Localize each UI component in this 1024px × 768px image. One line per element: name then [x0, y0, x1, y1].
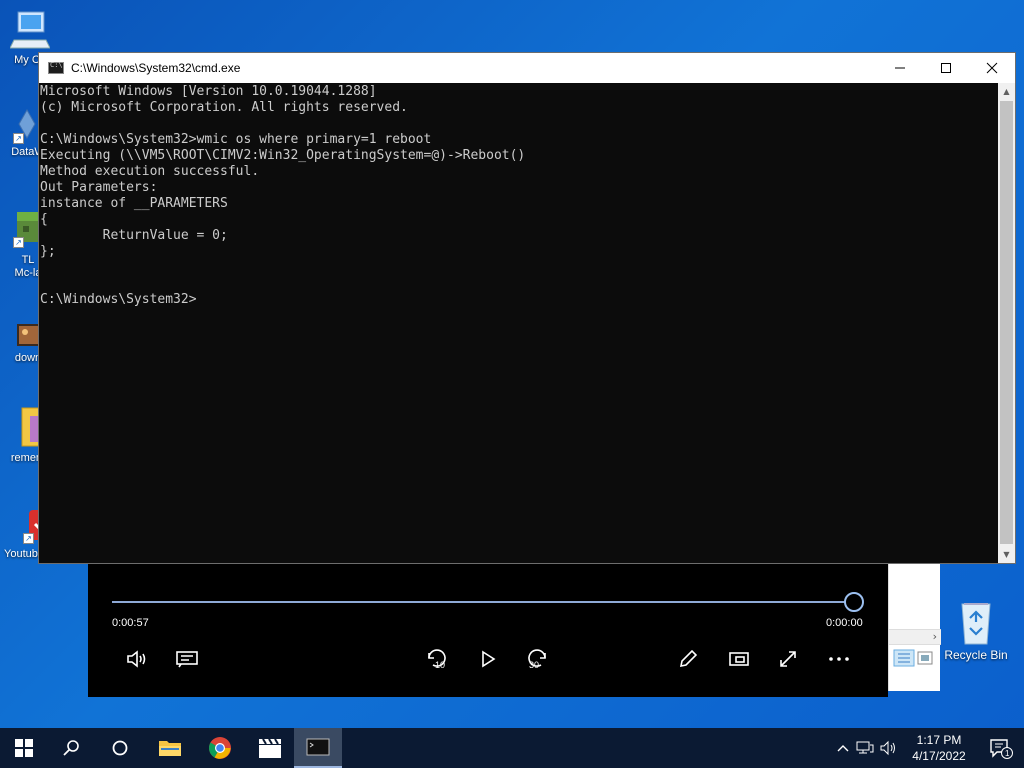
play-icon	[482, 650, 496, 668]
action-center-button[interactable]: 1	[976, 728, 1024, 768]
skip-forward-label: 30	[529, 660, 539, 670]
close-icon	[986, 62, 998, 74]
console-line: instance of __PARAMETERS	[40, 196, 228, 211]
search-icon	[63, 740, 79, 756]
scroll-right-icon[interactable]: ›	[933, 630, 937, 643]
remaining-time: 0:00:00	[826, 617, 863, 629]
console-line: Out Parameters:	[40, 180, 158, 195]
windows-logo-icon	[15, 739, 33, 757]
skip-forward-button[interactable]: 30	[520, 645, 554, 673]
cmd-icon	[306, 738, 330, 756]
volume-button[interactable]	[120, 645, 154, 673]
start-button[interactable]	[0, 728, 48, 768]
skip-back-button[interactable]: 10	[420, 645, 454, 673]
skip-forward-icon: 30	[528, 649, 546, 670]
background-window: ›	[888, 563, 941, 691]
cmd-icon	[48, 61, 64, 74]
maximize-button[interactable]	[923, 53, 969, 83]
seek-thumb[interactable]	[844, 592, 864, 612]
chrome-button[interactable]	[196, 728, 244, 768]
mini-view-button[interactable]	[722, 645, 756, 673]
cmd-window[interactable]: C:\Windows\System32\cmd.exe Microsoft Wi…	[38, 52, 1016, 564]
clapperboard-icon	[259, 738, 281, 758]
task-view-button[interactable]	[96, 728, 144, 768]
console-line: (c) Microsoft Corporation. All rights re…	[40, 100, 408, 115]
network-icon[interactable]	[856, 740, 874, 756]
elapsed-time: 0:00:57	[112, 617, 149, 629]
minimize-button[interactable]	[877, 53, 923, 83]
scroll-up-icon[interactable]: ▲	[998, 83, 1015, 100]
window-title: C:\Windows\System32\cmd.exe	[71, 61, 241, 75]
computer-icon	[10, 11, 50, 49]
console-line: Microsoft Windows [Version 10.0.19044.12…	[40, 84, 377, 99]
fullscreen-button[interactable]	[771, 645, 805, 673]
task-view-icon	[112, 740, 128, 756]
search-button[interactable]	[48, 728, 96, 768]
console-line: ReturnValue = 0;	[40, 228, 228, 243]
media-player: 0:00:57 0:00:00 10 30	[88, 563, 888, 697]
console-line: {	[40, 212, 48, 227]
scrollbar-thumb[interactable]	[1000, 101, 1013, 544]
console-line: Executing (\\VM5\ROOT\CIMV2:Win32_Operat…	[40, 148, 526, 163]
maximize-icon	[941, 63, 951, 73]
cmd-taskbar-button[interactable]	[294, 728, 342, 768]
skip-back-label: 10	[435, 660, 445, 670]
view-buttons	[893, 649, 937, 667]
system-tray	[836, 728, 902, 768]
chrome-icon	[209, 737, 231, 759]
more-button[interactable]	[822, 645, 856, 673]
scroll-down-icon[interactable]: ▼	[998, 546, 1015, 563]
shortcut-arrow-icon: ↗	[23, 533, 34, 544]
console-output[interactable]: Microsoft Windows [Version 10.0.19044.12…	[39, 83, 999, 563]
file-explorer-button[interactable]	[146, 728, 194, 768]
shortcut-arrow-icon: ↗	[13, 237, 24, 248]
horizontal-scrollbar[interactable]: ›	[889, 629, 941, 645]
notification-icon: 1	[990, 739, 1013, 759]
fullscreen-icon	[780, 651, 796, 667]
skip-back-icon: 10	[428, 649, 446, 670]
volume-icon	[127, 650, 146, 668]
movies-tv-button[interactable]	[246, 728, 294, 768]
clock-time: 1:17 PM	[916, 733, 962, 747]
recycle-bin-icon	[961, 603, 991, 645]
seek-bar-fill	[112, 601, 854, 603]
captions-button[interactable]	[170, 645, 204, 673]
console-line: };	[40, 244, 56, 259]
console-line: Method execution successful.	[40, 164, 260, 179]
play-button[interactable]	[471, 645, 505, 673]
minimize-icon	[895, 67, 905, 69]
close-button[interactable]	[969, 53, 1015, 83]
more-icon	[829, 657, 849, 661]
captions-icon	[176, 651, 198, 668]
shortcut-arrow-icon: ↗	[13, 133, 24, 144]
clock-date: 4/17/2022	[912, 749, 966, 763]
notification-count: 1	[1005, 749, 1010, 758]
vertical-scrollbar[interactable]: ▲ ▼	[998, 83, 1015, 563]
edit-button[interactable]	[671, 645, 705, 673]
title-bar[interactable]: C:\Windows\System32\cmd.exe	[39, 53, 1015, 83]
taskbar: 1:17 PM 4/17/2022 1	[0, 728, 1024, 768]
seek-bar[interactable]	[112, 601, 854, 603]
recycle-bin-label: Recycle Bin	[944, 648, 1008, 662]
mini-view-icon	[729, 652, 749, 666]
speaker-icon[interactable]	[879, 740, 897, 756]
clock[interactable]: 1:17 PM 4/17/2022	[902, 732, 976, 764]
desktop-icon-recycle-bin[interactable]: Recycle Bin	[938, 600, 1014, 662]
console-line: C:\Windows\System32>	[40, 292, 197, 307]
folder-icon	[159, 741, 181, 756]
chevron-up-icon[interactable]	[836, 742, 850, 754]
pencil-icon	[679, 649, 698, 668]
console-line: C:\Windows\System32>wmic os where primar…	[40, 132, 432, 147]
